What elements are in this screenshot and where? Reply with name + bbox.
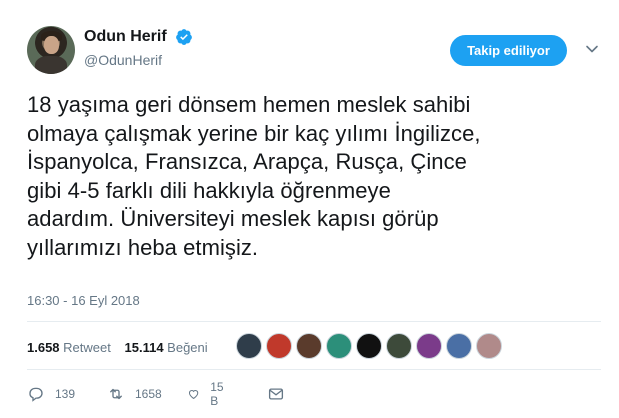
liker-avatar[interactable]: [476, 333, 502, 359]
liker-avatar[interactable]: [236, 333, 262, 359]
tweet-line: adardım. Üniversiteyi meslek kapısı görü…: [27, 206, 439, 232]
direct-message-button[interactable]: [267, 384, 295, 404]
direct-message-icon: [268, 388, 284, 400]
like-button[interactable]: 15 B: [187, 380, 228, 408]
liker-avatar[interactable]: [356, 333, 382, 359]
liker-avatar[interactable]: [416, 333, 442, 359]
following-button[interactable]: Takip ediliyor: [450, 35, 567, 66]
user-info: Odun Herif @OdunHerif: [84, 28, 193, 68]
divider: [27, 321, 601, 322]
tweet-line: gibi 4-5 farklı dili hakkıyla öğrenmeye: [27, 177, 391, 203]
like-stat-label: Beğeni: [167, 340, 208, 355]
divider: [27, 369, 601, 370]
liker-avatar[interactable]: [446, 333, 472, 359]
like-count: 15 B: [210, 380, 224, 408]
display-name[interactable]: Odun Herif: [84, 28, 167, 46]
like-stat-count: 15.114: [124, 340, 164, 355]
tweet-text: 18 yaşıma geri dönsem hemen meslek sahib…: [27, 91, 607, 263]
retweet-count: 1658: [135, 387, 162, 401]
verified-icon: [176, 29, 192, 45]
like-icon: [188, 390, 199, 399]
tweet-timestamp[interactable]: 16:30 - 16 Eyl 2018: [27, 293, 140, 308]
liker-avatar[interactable]: [296, 333, 322, 359]
avatar[interactable]: [27, 26, 75, 74]
reply-icon: [29, 387, 43, 402]
retweet-stat-count: 1.658: [27, 340, 60, 355]
tweet-line: İspanyolca, Fransızca, Arapça, Rusça, Çi…: [27, 149, 467, 175]
retweet-icon: [110, 388, 122, 400]
liker-avatar[interactable]: [266, 333, 292, 359]
like-stat[interactable]: 15.114 Beğeni: [125, 340, 208, 355]
liker-avatar[interactable]: [386, 333, 412, 359]
chevron-down-icon[interactable]: [585, 42, 599, 56]
tweet-line: olmaya çalışmak yerine bir kaç yılımı İn…: [27, 120, 481, 146]
liker-avatar[interactable]: [326, 333, 352, 359]
retweet-stat[interactable]: 1.658 Retweet: [27, 340, 111, 355]
tweet-stats: 1.658 Retweet 15.114 Beğeni: [27, 340, 218, 355]
tweet-header: Odun Herif @OdunHerif Takip ediliyor: [27, 26, 599, 76]
tweet-line: yıllarımızı heba etmişiz.: [27, 234, 259, 260]
retweet-stat-label: Retweet: [63, 340, 111, 355]
retweet-button[interactable]: 1658: [107, 384, 162, 404]
user-handle[interactable]: @OdunHerif: [84, 52, 193, 68]
tweet-line: 18 yaşıma geri dönsem hemen meslek sahib…: [27, 92, 471, 117]
reply-button[interactable]: 139: [27, 384, 75, 404]
reply-count: 139: [55, 387, 76, 401]
